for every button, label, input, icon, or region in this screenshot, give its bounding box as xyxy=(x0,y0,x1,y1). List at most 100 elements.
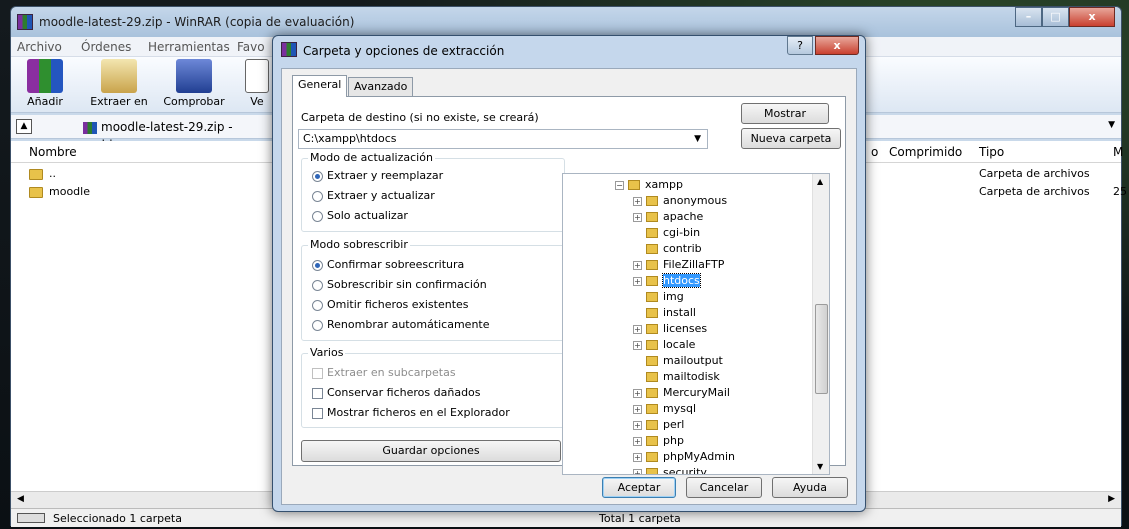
checkbox-icon xyxy=(312,387,323,399)
tree-node[interactable]: + FileZillaFTP xyxy=(633,258,724,273)
radio-on-icon xyxy=(312,170,323,182)
col-comprimido[interactable]: Comprimido xyxy=(889,145,962,159)
tree-node[interactable]: contrib xyxy=(633,242,702,257)
radio-off-icon xyxy=(312,190,323,202)
test-button[interactable]: Comprobar xyxy=(159,59,229,108)
test-icon xyxy=(176,59,212,93)
radio-off-icon xyxy=(312,319,323,331)
minimize-button[interactable]: – xyxy=(1015,7,1042,27)
tree-node[interactable]: + perl xyxy=(633,418,684,433)
dialog-body: General Avanzado Carpeta de destino (si … xyxy=(281,68,857,505)
menu-favoritos[interactable]: Favo xyxy=(237,40,265,54)
checkbox-icon xyxy=(312,407,323,419)
folder-icon xyxy=(646,260,658,270)
folder-icon xyxy=(29,186,43,198)
folder-icon xyxy=(646,340,658,350)
menu-herramientas[interactable]: Herramientas xyxy=(148,40,230,54)
col-tipo[interactable]: Tipo xyxy=(979,145,1004,159)
up-folder-button[interactable]: ▲ xyxy=(16,119,32,134)
show-button[interactable]: Mostrar xyxy=(741,103,829,124)
tree-node[interactable]: install xyxy=(633,306,696,321)
extract-icon xyxy=(101,59,137,93)
tree-node[interactable]: + licenses xyxy=(633,322,707,337)
col-nombre[interactable]: Nombre xyxy=(29,145,77,159)
scroll-thumb[interactable] xyxy=(815,304,828,394)
scroll-down-icon[interactable]: ▼ xyxy=(817,462,823,471)
help-button[interactable]: Ayuda xyxy=(772,477,848,498)
help-title-button[interactable]: ? xyxy=(787,36,813,55)
archive-icon xyxy=(83,121,97,134)
extract-dialog: Carpeta y opciones de extracción ? x Gen… xyxy=(272,35,866,512)
folder-icon xyxy=(646,324,658,334)
tree-node[interactable]: + anonymous xyxy=(633,194,727,209)
tree-node[interactable]: + mysql xyxy=(633,402,696,417)
checkbox-show-explorer[interactable]: Mostrar ficheros en el Explorador xyxy=(312,406,510,422)
tree-node[interactable]: + php xyxy=(633,434,684,449)
tree-node[interactable]: + phpMyAdmin xyxy=(633,450,735,465)
folder-icon xyxy=(646,468,658,474)
extract-to-button[interactable]: Extraer en xyxy=(83,59,155,108)
tree-node[interactable]: − xampp xyxy=(615,178,683,193)
tree-node[interactable]: + security xyxy=(633,466,707,474)
folder-icon xyxy=(646,404,658,414)
folder-icon xyxy=(646,292,658,302)
checkbox-keep-broken[interactable]: Conservar ficheros dañados xyxy=(312,386,481,402)
checkbox-extract-subfolders[interactable]: Extraer en subcarpetas xyxy=(312,366,456,382)
misc-group: Varios Extraer en subcarpetas Conservar … xyxy=(301,346,565,428)
winrar-icon xyxy=(281,42,297,57)
status-selected: Seleccionado 1 carpeta xyxy=(53,512,182,525)
menu-ordenes[interactable]: Órdenes xyxy=(81,40,131,54)
folder-icon xyxy=(646,196,658,206)
view-button[interactable]: Ve xyxy=(237,59,277,108)
radio-auto-rename[interactable]: Renombrar automáticamente xyxy=(312,318,490,334)
path-dropdown-icon[interactable]: ▼ xyxy=(1108,120,1115,130)
col-m[interactable]: M xyxy=(1113,145,1123,159)
maximize-button[interactable]: □ xyxy=(1042,7,1069,27)
tree-node[interactable]: + apache xyxy=(633,210,703,225)
chevron-down-icon[interactable]: ▼ xyxy=(694,130,701,148)
tree-node[interactable]: mailtodisk xyxy=(633,370,720,385)
radio-overwrite-no-confirm[interactable]: Sobrescribir sin confirmación xyxy=(312,278,487,294)
tree-node[interactable]: mailoutput xyxy=(633,354,723,369)
tree-node[interactable]: cgi-bin xyxy=(633,226,700,241)
col-partial[interactable]: o xyxy=(871,145,878,159)
new-folder-button[interactable]: Nueva carpeta xyxy=(741,128,841,149)
scroll-left-icon[interactable]: ◀ xyxy=(17,494,24,504)
radio-off-icon xyxy=(312,279,323,291)
archive-path[interactable]: moodle-latest-29.zip - archiv xyxy=(83,118,263,152)
tree-node-selected[interactable]: + htdocs xyxy=(633,273,701,289)
dialog-close-button[interactable]: x xyxy=(815,36,859,55)
tree-node[interactable]: + MercuryMail xyxy=(633,386,730,401)
radio-extract-update[interactable]: Extraer y actualizar xyxy=(312,189,435,205)
folder-icon xyxy=(646,356,658,366)
folder-icon xyxy=(646,388,658,398)
scroll-up-icon[interactable]: ▲ xyxy=(817,177,823,186)
ok-button[interactable]: Aceptar xyxy=(602,477,676,498)
radio-confirm-overwrite[interactable]: Confirmar sobreescritura xyxy=(312,258,464,274)
tab-general[interactable]: General xyxy=(292,75,348,97)
radio-off-icon xyxy=(312,299,323,311)
folder-icon xyxy=(646,276,658,286)
update-mode-title: Modo de actualización xyxy=(308,151,435,164)
cancel-button[interactable]: Cancelar xyxy=(686,477,762,498)
folder-icon xyxy=(646,228,658,238)
tab-avanzado[interactable]: Avanzado xyxy=(348,77,414,97)
overwrite-mode-group: Modo sobrescribir Confirmar sobreescritu… xyxy=(301,238,565,341)
dest-folder-label: Carpeta de destino (si no existe, se cre… xyxy=(301,111,539,124)
tree-node[interactable]: img xyxy=(633,290,684,305)
tree-scrollbar[interactable]: ▲ ▼ xyxy=(812,174,829,474)
close-button[interactable]: x xyxy=(1069,7,1115,27)
folder-icon xyxy=(646,372,658,382)
view-icon xyxy=(245,59,269,93)
save-options-button[interactable]: Guardar opciones xyxy=(301,440,561,462)
radio-extract-replace[interactable]: Extraer y reemplazar xyxy=(312,169,443,185)
radio-on-icon xyxy=(312,259,323,271)
scroll-right-icon[interactable]: ▶ xyxy=(1108,494,1115,504)
add-button[interactable]: Añadir xyxy=(15,59,75,108)
dest-folder-combo[interactable]: C:\xampp\htdocs ▼ xyxy=(298,129,708,149)
tree-node[interactable]: + locale xyxy=(633,338,695,353)
radio-skip-existing[interactable]: Omitir ficheros existentes xyxy=(312,298,469,314)
folder-icon xyxy=(646,420,658,430)
menu-archivo[interactable]: Archivo xyxy=(17,40,62,54)
radio-update-only[interactable]: Solo actualizar xyxy=(312,209,408,225)
